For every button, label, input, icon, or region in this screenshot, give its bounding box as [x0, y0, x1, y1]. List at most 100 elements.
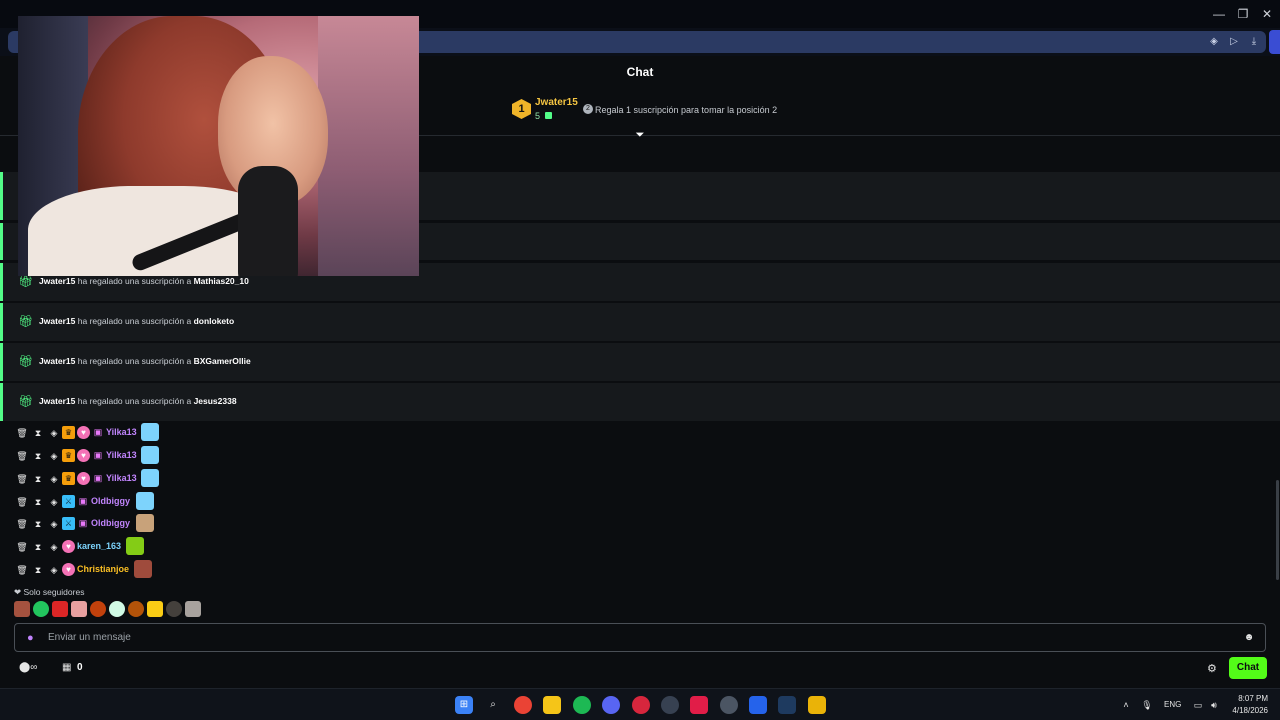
obs-icon[interactable]: [661, 696, 679, 714]
restore-icon[interactable]: ❐: [1233, 6, 1253, 22]
discord-icon[interactable]: [602, 696, 620, 714]
delete-icon[interactable]: 🗑︎: [16, 564, 28, 576]
play-icon[interactable]: ▷: [1227, 36, 1241, 48]
chat-scrollbar[interactable]: [1276, 480, 1279, 580]
delete-icon[interactable]: 🗑︎: [16, 427, 28, 439]
gift-icon: 🎁︎: [18, 274, 34, 288]
mod-shield-icon[interactable]: ◈: [48, 473, 60, 485]
search-icon[interactable]: ⌕: [484, 696, 502, 714]
emote: [141, 469, 159, 487]
opera-icon[interactable]: [632, 696, 650, 714]
timeout-icon[interactable]: ⧗: [32, 496, 44, 508]
timeout-icon[interactable]: ⧗: [32, 541, 44, 553]
chat-input[interactable]: ● Enviar un mensaje ☻: [14, 623, 1266, 652]
emote[interactable]: [147, 601, 163, 617]
username[interactable]: Oldbiggy: [91, 496, 130, 506]
chat-send-button[interactable]: Chat: [1229, 657, 1267, 679]
sticky-notes-icon[interactable]: [808, 696, 826, 714]
username[interactable]: Yilka13: [106, 427, 137, 437]
username[interactable]: Yilka13: [106, 450, 137, 460]
volume-icon[interactable]: 🔊︎: [1208, 700, 1220, 711]
download-icon[interactable]: ⤓: [1247, 36, 1261, 48]
gift-icon: 🎁︎: [18, 394, 34, 408]
close-icon[interactable]: ✕: [1257, 6, 1277, 22]
timeout-icon[interactable]: ⧗: [32, 518, 44, 530]
gift-badge-icon: ▣: [93, 473, 103, 483]
chrome-icon[interactable]: [514, 696, 532, 714]
start-icon[interactable]: ⊞: [455, 696, 473, 714]
emote[interactable]: [90, 601, 106, 617]
settings-icon[interactable]: ⚙: [1207, 662, 1217, 675]
mod-shield-icon[interactable]: ◈: [48, 564, 60, 576]
tiktok-icon[interactable]: [690, 696, 708, 714]
folder-icon[interactable]: [543, 696, 561, 714]
recipient-name[interactable]: Mathias20_10: [194, 276, 249, 286]
username[interactable]: Oldbiggy: [91, 518, 130, 528]
microphone-icon[interactable]: 🎙︎: [1141, 700, 1153, 711]
delete-icon[interactable]: 🗑︎: [16, 496, 28, 508]
delete-icon[interactable]: 🗑︎: [16, 518, 28, 530]
delete-icon[interactable]: 🗑︎: [16, 541, 28, 553]
gift-icon: 🎁︎: [18, 354, 34, 368]
app-icon[interactable]: [749, 696, 767, 714]
language-indicator[interactable]: ENG: [1164, 700, 1181, 709]
emote[interactable]: [128, 601, 144, 617]
emote[interactable]: [71, 601, 87, 617]
tray-chevron-icon[interactable]: ˄: [1120, 700, 1132, 710]
heart-badge-icon: ♥: [62, 563, 75, 576]
gifter-name[interactable]: Jwater15: [39, 316, 75, 326]
emote[interactable]: [52, 601, 68, 617]
emote[interactable]: [14, 601, 30, 617]
crown-badge-icon: ♛: [62, 426, 75, 439]
emote[interactable]: [166, 601, 182, 617]
gift-event-row: 🎁︎ Jwater15 ha regalado una suscripción …: [0, 343, 1280, 381]
mod-shield-icon[interactable]: ◈: [48, 496, 60, 508]
gifter-name[interactable]: Jwater15: [39, 276, 75, 286]
username[interactable]: karen_163: [77, 541, 121, 551]
timeout-icon[interactable]: ⧗: [32, 473, 44, 485]
gift-text: ha regalado una suscripción a: [77, 396, 192, 406]
emote[interactable]: [33, 601, 49, 617]
microphone-icon[interactable]: ●: [27, 631, 37, 645]
collapse-icon[interactable]: ⏷: [634, 129, 646, 141]
emote: [141, 423, 159, 441]
minimize-icon[interactable]: —: [1209, 6, 1229, 22]
username[interactable]: Christianjoe: [77, 564, 129, 574]
timeout-icon[interactable]: ⧗: [32, 564, 44, 576]
recipient-name[interactable]: BXGamerOllie: [194, 356, 251, 366]
username[interactable]: Yilka13: [106, 473, 137, 483]
mod-shield-icon[interactable]: ◈: [48, 518, 60, 530]
gift-text: ha regalado una suscripción a: [77, 356, 192, 366]
gifter-name[interactable]: Jwater15: [39, 396, 75, 406]
emote[interactable]: [109, 601, 125, 617]
clock-date[interactable]: 4/18/2026: [1222, 706, 1268, 715]
emote[interactable]: [185, 601, 201, 617]
timeout-icon[interactable]: ⧗: [32, 450, 44, 462]
timeout-icon[interactable]: ⧗: [32, 427, 44, 439]
gift-event-row: 🎁︎ Jwater15 ha regalado una suscripción …: [0, 383, 1280, 421]
sword-badge-icon: ⚔: [62, 495, 75, 508]
mod-shield-icon[interactable]: ◈: [48, 541, 60, 553]
mod-shield-icon[interactable]: ◈: [48, 427, 60, 439]
shield-icon[interactable]: ◈: [1207, 36, 1221, 48]
delete-icon[interactable]: 🗑︎: [16, 450, 28, 462]
app-icon[interactable]: [720, 696, 738, 714]
webcam-overlay: [18, 16, 419, 276]
gift-badge-icon: ▣: [93, 450, 103, 460]
mod-shield-icon[interactable]: ◈: [48, 450, 60, 462]
sword-badge-icon: ⚔: [62, 517, 75, 530]
network-icon[interactable]: ▭: [1192, 700, 1204, 711]
gifter-name[interactable]: Jwater15: [39, 356, 75, 366]
leader-name[interactable]: Jwater15: [535, 97, 578, 108]
delete-icon[interactable]: 🗑︎: [16, 473, 28, 485]
store-icon[interactable]: ▦: [62, 662, 71, 673]
recipient-name[interactable]: Jesus2338: [194, 396, 237, 406]
chat-input-placeholder: Enviar un mensaje: [48, 632, 131, 643]
points-icon[interactable]: ⬤∞: [19, 662, 37, 673]
clock-time[interactable]: 8:07 PM: [1228, 694, 1268, 703]
recipient-name[interactable]: donloketo: [194, 316, 235, 326]
sidebar-toggle[interactable]: [1269, 30, 1280, 54]
steam-icon[interactable]: [778, 696, 796, 714]
spotify-icon[interactable]: [573, 696, 591, 714]
emoji-icon[interactable]: ☻: [1243, 632, 1255, 644]
